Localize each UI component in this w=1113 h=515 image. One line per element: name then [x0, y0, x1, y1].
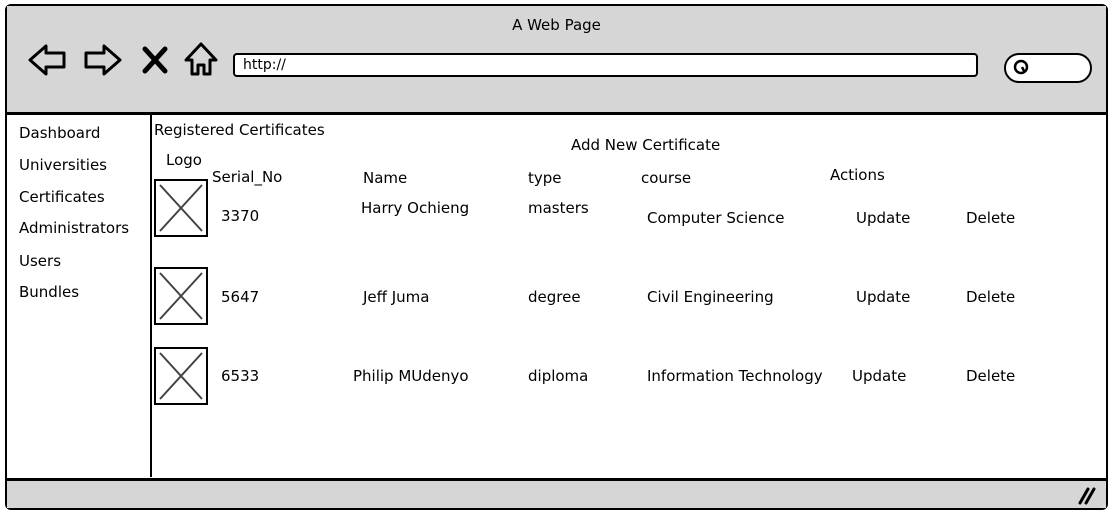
close-icon[interactable] [142, 46, 168, 74]
status-bar [7, 478, 1106, 508]
search-icon [1013, 59, 1029, 75]
column-header-serial: Serial_No [212, 168, 283, 186]
column-header-logo: Logo [166, 151, 202, 169]
column-header-course: course [641, 169, 692, 187]
resize-grip-icon[interactable] [1076, 485, 1098, 505]
page-heading: Registered Certificates [154, 121, 325, 139]
row-course: Civil Engineering [647, 288, 774, 306]
window-title: A Web Page [512, 16, 601, 34]
home-icon[interactable] [184, 40, 218, 80]
row-type: degree [528, 288, 581, 306]
image-placeholder-icon [159, 352, 203, 400]
column-header-actions: Actions [830, 166, 885, 184]
row-type: diploma [528, 367, 589, 385]
sidebar-item-users[interactable]: Users [19, 252, 61, 270]
row-course: Information Technology [647, 367, 823, 385]
update-button[interactable]: Update [852, 367, 906, 385]
column-header-name: Name [363, 169, 408, 187]
row-name: Jeff Juma [363, 288, 430, 306]
image-placeholder-icon [159, 272, 203, 320]
row-type: masters [528, 199, 589, 217]
url-bar[interactable]: http:// [233, 53, 978, 77]
row-name: Harry Ochieng [361, 199, 470, 217]
sidebar-item-administrators[interactable]: Administrators [19, 219, 129, 237]
delete-button[interactable]: Delete [966, 209, 1015, 227]
certificate-logo-placeholder [154, 179, 208, 237]
search-box[interactable] [1004, 53, 1092, 83]
sidebar-item-universities[interactable]: Universities [19, 156, 107, 174]
update-button[interactable]: Update [856, 288, 910, 306]
certificate-logo-placeholder [154, 347, 208, 405]
row-serial: 3370 [221, 207, 260, 225]
update-button[interactable]: Update [856, 209, 910, 227]
image-placeholder-icon [159, 184, 203, 232]
row-serial: 6533 [221, 367, 260, 385]
row-serial: 5647 [221, 288, 260, 306]
delete-button[interactable]: Delete [966, 367, 1015, 385]
column-header-type: type [528, 169, 562, 187]
add-certificate-link[interactable]: Add New Certificate [571, 136, 720, 154]
sidebar: Dashboard Universities Certificates Admi… [7, 115, 152, 477]
main-content: Registered Certificates Add New Certific… [152, 115, 1108, 477]
certificate-logo-placeholder [154, 267, 208, 325]
back-arrow-icon[interactable] [28, 40, 68, 80]
forward-arrow-icon[interactable] [82, 40, 122, 80]
row-name: Philip MUdenyo [353, 367, 469, 385]
sidebar-item-dashboard[interactable]: Dashboard [19, 124, 100, 142]
row-course: Computer Science [647, 209, 785, 227]
sidebar-item-bundles[interactable]: Bundles [19, 283, 79, 301]
delete-button[interactable]: Delete [966, 288, 1015, 306]
sidebar-item-certificates[interactable]: Certificates [19, 188, 105, 206]
